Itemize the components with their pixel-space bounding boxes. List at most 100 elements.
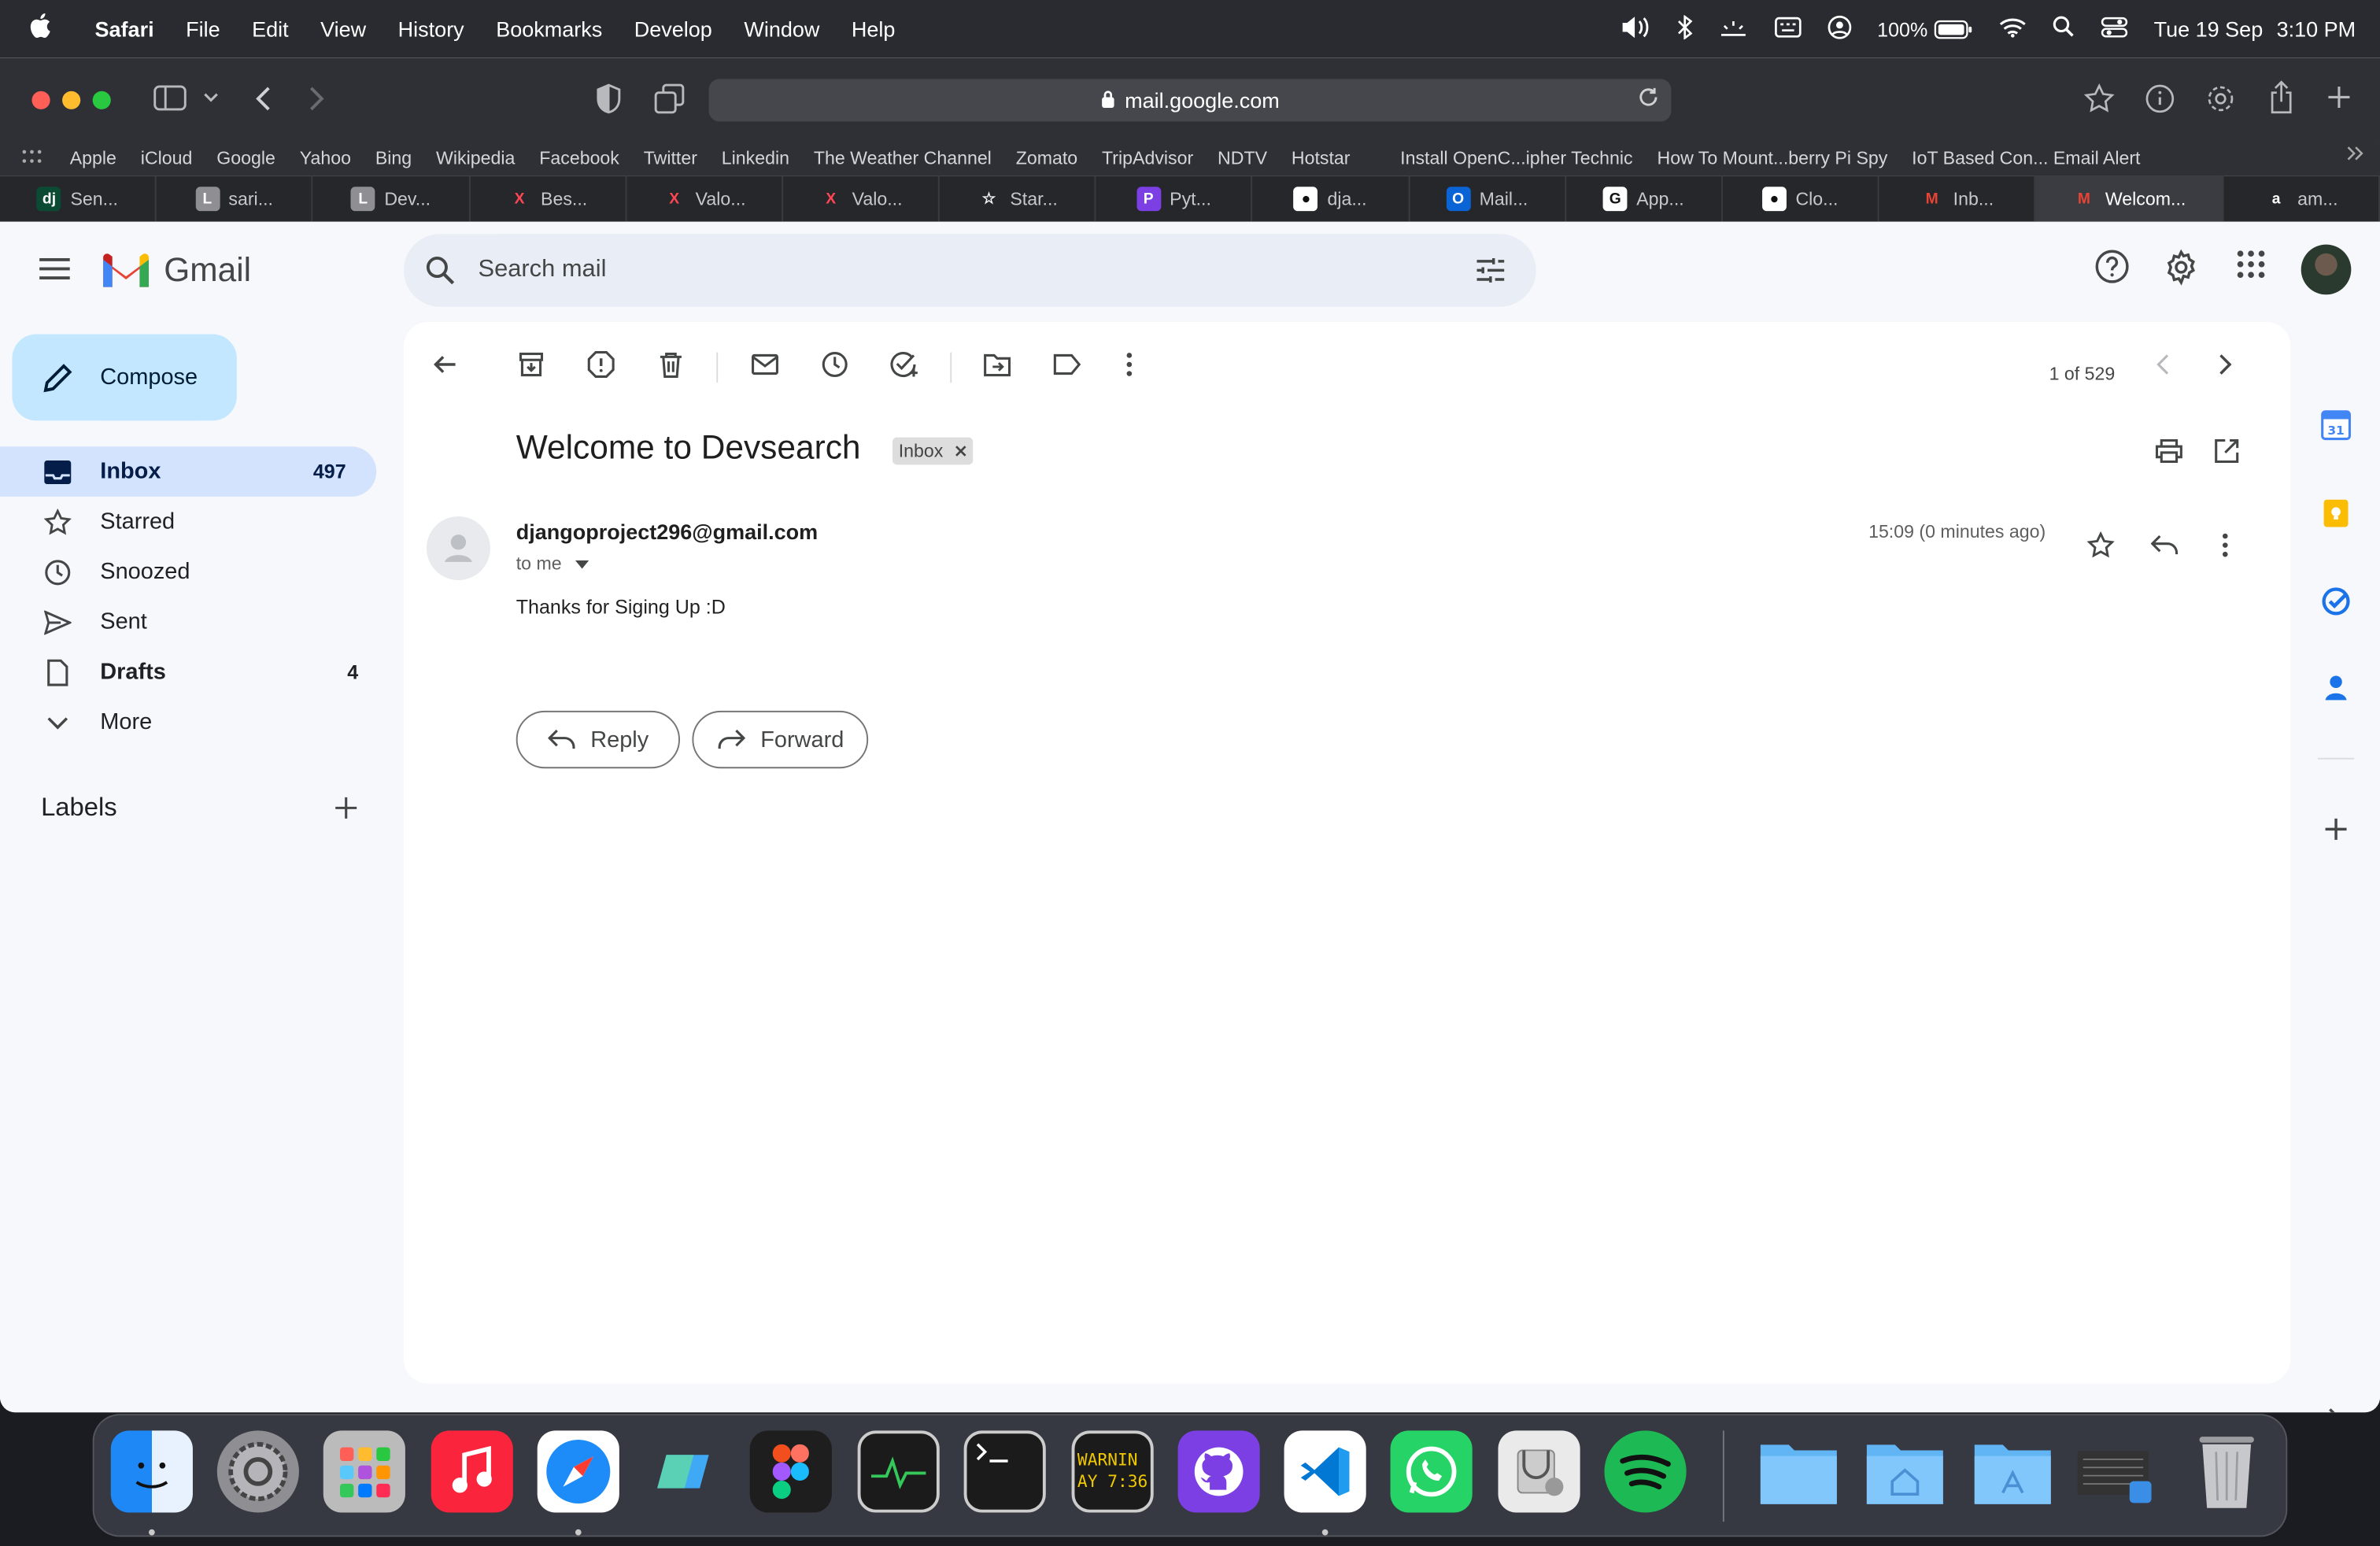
browser-tab[interactable]: M Welcom...	[2035, 176, 2224, 222]
gmail-logo[interactable]: Gmail	[100, 250, 251, 290]
remove-label-icon[interactable]	[954, 440, 966, 461]
spotify-icon[interactable]	[1604, 1430, 1687, 1513]
new-tab-icon[interactable]	[2326, 83, 2353, 116]
browser-tab[interactable]: a am...	[2223, 176, 2380, 222]
back-icon[interactable]	[253, 85, 272, 117]
open-in-new-window-icon[interactable]	[2212, 436, 2242, 467]
snooze-clock-icon[interactable]	[819, 350, 850, 380]
minimize-window-button[interactable]	[62, 91, 81, 109]
favorite-link[interactable]: Bing	[375, 147, 412, 168]
keep-app-icon[interactable]	[2321, 498, 2352, 529]
browser-tab[interactable]: ● dja...	[1253, 176, 1410, 222]
folder-icon[interactable]	[1757, 1430, 1839, 1512]
battery-status[interactable]: 100%	[1877, 17, 1973, 40]
older-chevron-right-icon[interactable]	[2210, 350, 2241, 380]
menu-help[interactable]: Help	[836, 17, 911, 41]
console-icon[interactable]: WARNIN AY 7:36	[1071, 1430, 1154, 1513]
sidebar-item-drafts[interactable]: Drafts 4	[0, 647, 389, 697]
browser-tab[interactable]: O Mail...	[1410, 176, 1566, 222]
star-message-icon[interactable]	[2086, 530, 2116, 560]
terminal-icon[interactable]	[963, 1430, 1046, 1513]
search-options-icon[interactable]	[1476, 255, 1506, 286]
search-input[interactable]: Search mail	[478, 257, 606, 284]
more-favorites-icon[interactable]	[2347, 144, 2365, 167]
main-menu-icon[interactable]	[39, 257, 70, 279]
favorite-link[interactable]: How To Mount...berry Pi Spy	[1657, 147, 1887, 168]
more-options-icon[interactable]	[1114, 350, 1145, 380]
bluetooth-icon[interactable]	[1677, 13, 1692, 43]
activity-monitor-icon[interactable]	[857, 1430, 940, 1513]
move-to-icon[interactable]	[982, 350, 1013, 380]
favorite-link[interactable]: Linkedin	[722, 147, 789, 168]
forward-icon[interactable]	[308, 85, 326, 117]
favorite-link[interactable]: Wikipedia	[436, 147, 515, 168]
github-desktop-icon[interactable]	[1177, 1430, 1260, 1513]
close-window-button[interactable]	[31, 91, 50, 109]
reload-icon[interactable]	[1638, 87, 1659, 114]
search-bar[interactable]: Search mail	[403, 234, 1536, 307]
browser-tab[interactable]: L Dev...	[313, 176, 470, 222]
favorite-link[interactable]: Zomato	[1016, 147, 1077, 168]
browser-tab[interactable]: ● Clo...	[1723, 176, 1879, 222]
vscode-icon[interactable]	[1284, 1430, 1366, 1513]
inbox-label-chip[interactable]: Inbox	[892, 437, 973, 465]
settings-gear-icon[interactable]	[2205, 83, 2236, 118]
control-center-icon[interactable]	[2101, 16, 2128, 42]
launchpad-icon[interactable]	[323, 1430, 405, 1513]
sidebar-item-more[interactable]: More	[0, 697, 389, 748]
menu-view[interactable]: View	[305, 17, 382, 41]
system-settings-icon[interactable]	[216, 1430, 299, 1513]
trash-icon[interactable]	[2186, 1430, 2267, 1512]
get-addons-plus-icon[interactable]	[2321, 814, 2352, 845]
sender-avatar[interactable]	[426, 516, 490, 580]
home-folder-icon[interactable]	[1864, 1430, 1946, 1512]
info-icon[interactable]	[2145, 83, 2175, 118]
browser-tab[interactable]: P Pyt...	[1096, 176, 1253, 222]
label-tag-icon[interactable]	[1051, 350, 1082, 380]
add-to-tasks-icon[interactable]	[889, 350, 920, 380]
music-icon[interactable]	[431, 1430, 513, 1513]
whatsapp-icon[interactable]	[1390, 1430, 1473, 1513]
keyboard-icon[interactable]	[1774, 16, 1802, 42]
volume-icon[interactable]	[1621, 16, 1651, 42]
menu-edit[interactable]: Edit	[236, 17, 305, 41]
tab-overview-icon[interactable]	[654, 83, 685, 118]
reply-button[interactable]: Reply	[516, 710, 680, 769]
figma-icon[interactable]	[749, 1430, 832, 1513]
browser-tab[interactable]: dj Sen...	[0, 176, 157, 222]
delete-icon[interactable]	[656, 350, 686, 380]
address-bar[interactable]: mail.google.com	[708, 79, 1672, 122]
forward-button[interactable]: Forward	[692, 710, 869, 769]
wifi-icon[interactable]	[1999, 16, 2027, 42]
expand-panel-chevron-icon[interactable]	[2326, 1407, 2345, 1413]
user-icon[interactable]	[1827, 14, 1851, 43]
apple-menu-icon[interactable]	[0, 11, 79, 46]
settings-gear-icon[interactable]	[2163, 249, 2199, 293]
browser-tab[interactable]: X Valo...	[783, 176, 940, 222]
favorite-link[interactable]: Facebook	[539, 147, 619, 168]
sidebar-item-starred[interactable]: Starred	[0, 497, 389, 547]
favorite-link[interactable]: iCloud	[141, 147, 193, 168]
account-avatar[interactable]	[2301, 244, 2352, 295]
search-icon[interactable]	[425, 255, 456, 286]
privacy-shield-icon[interactable]	[595, 83, 623, 118]
help-icon[interactable]	[2094, 249, 2129, 291]
tasks-app-icon[interactable]	[2321, 586, 2352, 617]
brightness-icon[interactable]	[1718, 17, 1749, 40]
favorite-link[interactable]: NDTV	[1218, 147, 1267, 168]
recipient-details[interactable]: to me	[516, 553, 589, 574]
favorite-link[interactable]: Yahoo	[300, 147, 351, 168]
sidebar-item-inbox[interactable]: Inbox 497	[0, 446, 377, 497]
google-apps-icon[interactable]	[2236, 249, 2267, 287]
browser-tab[interactable]: G App...	[1566, 176, 1723, 222]
zoom-window-button[interactable]	[92, 91, 111, 109]
sidebar-item-sent[interactable]: Sent	[0, 597, 389, 647]
disk-utility-icon[interactable]	[1498, 1430, 1580, 1513]
favorite-link[interactable]: Apple	[70, 147, 116, 168]
sidebar-item-snoozed[interactable]: Snoozed	[0, 547, 389, 597]
sender-email[interactable]: djangoproject296@gmail.com	[516, 520, 818, 544]
message-more-options-icon[interactable]	[2210, 530, 2241, 560]
browser-tab[interactable]: ☆ Star...	[940, 176, 1096, 222]
safari-icon[interactable]	[537, 1430, 619, 1513]
favorite-link[interactable]: Hotstar	[1292, 147, 1351, 168]
